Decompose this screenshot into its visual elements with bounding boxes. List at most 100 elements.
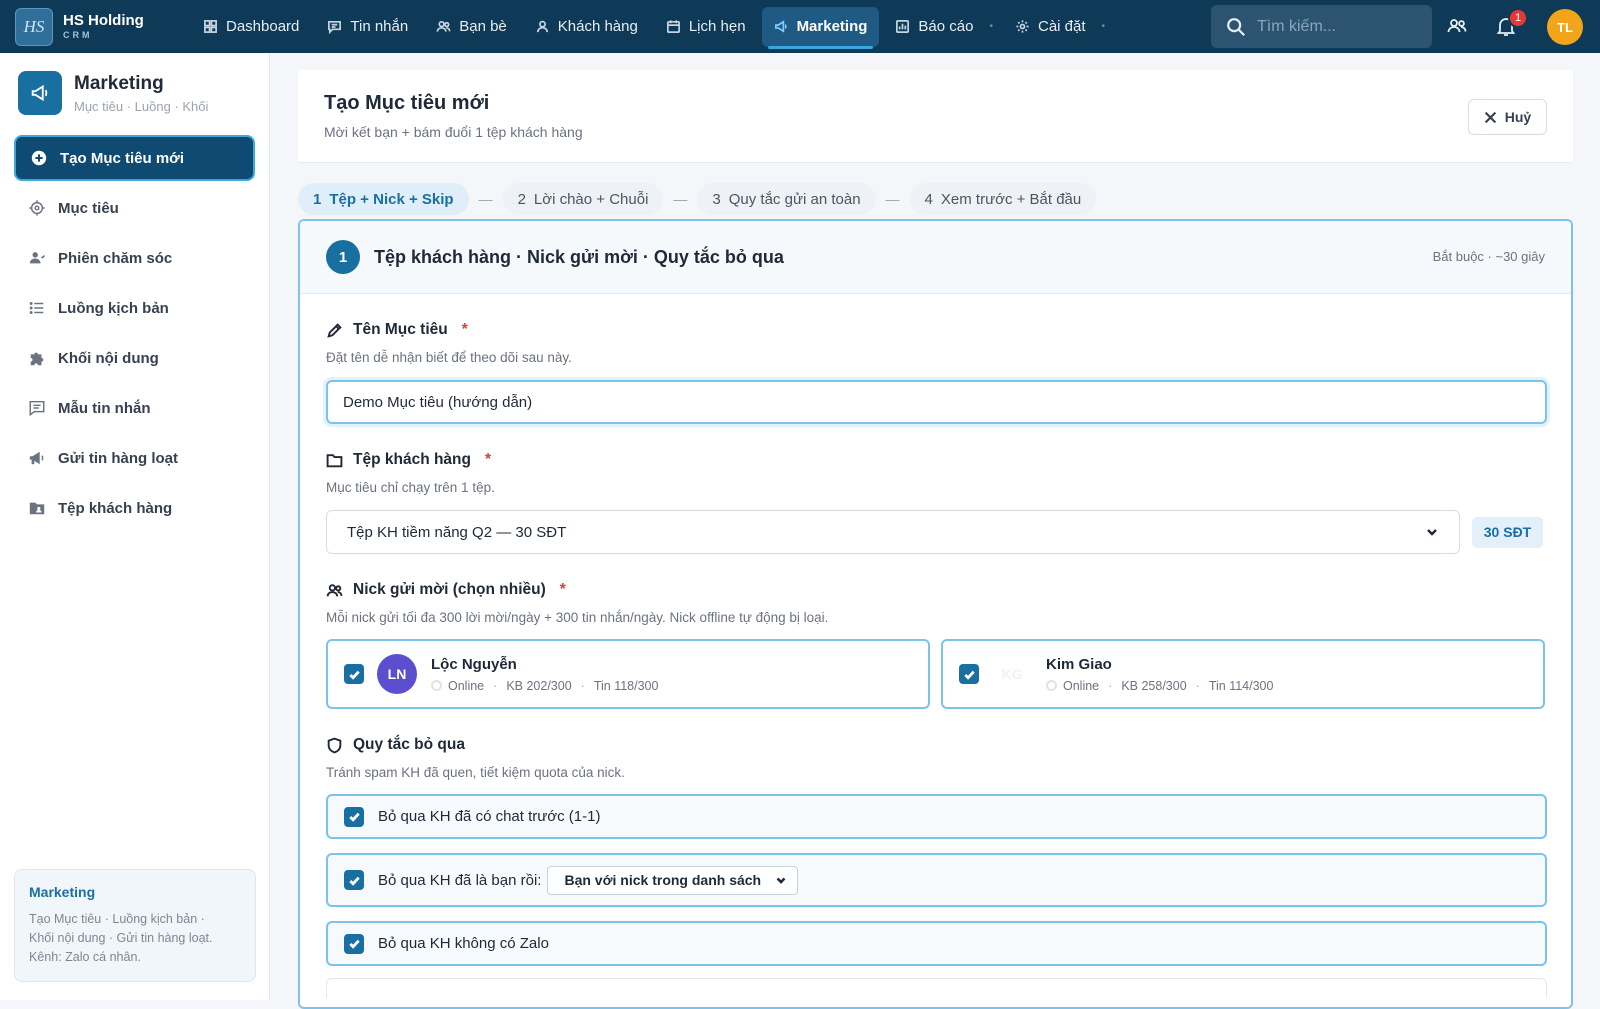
cancel-button[interactable]: Huỷ <box>1468 99 1547 135</box>
nick-friend-quota: KB 202/300 <box>506 678 572 693</box>
puzzle-icon <box>30 352 44 366</box>
sidebar-item-message-templates[interactable]: Mẫu tin nhắn <box>14 385 255 431</box>
nav-label: Dashboard <box>226 18 300 35</box>
users-icon <box>326 583 343 596</box>
sidebar-item-label: Tệp khách hàng <box>58 499 173 517</box>
skip-rule-no-zalo[interactable]: Bỏ qua KH không có Zalo <box>326 921 1547 966</box>
required-mark: * <box>559 581 566 598</box>
nick-hint: Mỗi nick gửi tối đa 300 lời mời/ngày + 3… <box>326 610 829 625</box>
rule-label: Bỏ qua KH đã là bạn rồi: <box>378 871 542 889</box>
rule-checkbox[interactable] <box>344 870 364 890</box>
step-separator: — <box>885 191 900 207</box>
user-icon <box>536 20 548 33</box>
nick-card[interactable]: LN Lộc Nguyễn Online · KB 202/300 · Tin … <box>326 639 930 709</box>
step-number: 3 <box>712 190 721 208</box>
nav-label: Tin nhắn <box>350 18 409 35</box>
brand-sub: CRM <box>63 30 93 40</box>
rule-checkbox[interactable] <box>344 806 364 827</box>
sidebar-item-goals[interactable]: Mục tiêu <box>14 185 255 231</box>
sidebar-menu: Tạo Mục tiêu mới Mục tiêu Phiên chăm sóc… <box>0 135 269 531</box>
meta-separator: · <box>580 678 585 693</box>
notifications-button[interactable]: 1 <box>1494 8 1528 38</box>
sidebar-item-bulk-send[interactable]: Gửi tin hàng loạt <box>14 435 255 481</box>
status-dot <box>431 680 442 691</box>
sidebar-info-card: Marketing Tạo Mục tiêu · Luồng kịch bản … <box>14 869 256 982</box>
sidebar-item-label: Mục tiêu <box>58 199 119 217</box>
nav-reports[interactable]: Báo cáo <box>883 7 985 47</box>
sidebar-item-label: Phiên chăm sóc <box>58 249 173 267</box>
brand[interactable]: HS HS Holding CRM <box>15 7 175 46</box>
step-2[interactable]: 2 Lời chào + Chuỗi <box>502 183 664 215</box>
nav-dashboard[interactable]: Dashboard <box>191 7 311 47</box>
meta-separator: · <box>493 678 498 693</box>
step-number: 1 <box>313 190 322 208</box>
form-header: 1 Tệp khách hàng · Nick gửi mời · Quy tắ… <box>300 221 1571 294</box>
customer-list-select[interactable]: Tệp KH tiềm năng Q2 — 30 SĐT <box>326 510 1460 554</box>
nav-customers[interactable]: Khách hàng <box>523 7 650 47</box>
status-dot <box>1046 680 1057 691</box>
nav-marketing[interactable]: Marketing <box>761 6 880 49</box>
folder-icon <box>326 453 343 467</box>
skip-rule-already-friends[interactable]: Bỏ qua KH đã là bạn rồi: Bạn với nick tr… <box>326 853 1547 907</box>
rule-checkbox[interactable] <box>344 933 364 954</box>
sidebar-item-content-blocks[interactable]: Khối nội dung <box>14 335 255 381</box>
friend-scope-select[interactable]: Bạn với nick trong danh sách <box>547 865 799 895</box>
avatar: KG <box>992 654 1032 694</box>
nick-checkbox[interactable] <box>959 664 979 684</box>
nav-friends[interactable]: Bạn bè <box>424 7 519 47</box>
skip-rule-chatted[interactable]: Bỏ qua KH đã có chat trước (1-1) <box>326 794 1547 839</box>
list-icon <box>29 302 44 314</box>
label-text: Nick gửi mời (chọn nhiều) <box>353 581 546 598</box>
step-4[interactable]: 4 Xem trước + Bắt đầu <box>909 183 1097 215</box>
megaphone-icon <box>774 20 787 33</box>
goal-name-input[interactable]: Demo Mục tiêu (hướng dẫn) <box>326 380 1547 424</box>
contacts-button[interactable] <box>1445 14 1469 38</box>
calendar-icon <box>666 20 680 33</box>
target-icon <box>29 200 45 216</box>
message-template-icon <box>29 400 45 417</box>
step-3[interactable]: 3 Quy tắc gửi an toàn <box>697 183 876 215</box>
check-icon <box>348 670 360 680</box>
sidebar-item-create-goal[interactable]: Tạo Mục tiêu mới <box>14 135 255 181</box>
label-text: Quy tắc bỏ qua <box>353 736 465 753</box>
form-title: Tệp khách hàng · Nick gửi mời · Quy tắc … <box>374 246 784 267</box>
step-form-card: 1 Tệp khách hàng · Nick gửi mời · Quy tắ… <box>298 219 1573 1009</box>
sidebar-item-care-sessions[interactable]: Phiên chăm sóc <box>14 235 255 281</box>
rule-label: Bỏ qua KH không có Zalo <box>378 935 549 952</box>
nav-label: Marketing <box>796 18 868 35</box>
selected-value: Tệp KH tiềm năng Q2 — 30 SĐT <box>347 523 567 541</box>
skip-rule-next[interactable] <box>326 978 1547 998</box>
selected-value: Bạn với nick trong danh sách <box>564 872 762 888</box>
nav-messages[interactable]: Tin nhắn <box>315 7 420 47</box>
nick-name: Lộc Nguyễn <box>431 655 517 673</box>
nick-card[interactable]: KG Kim Giao Online · KB 258/300 · Tin 11… <box>941 639 1545 709</box>
step-1[interactable]: 1 Tệp + Nick + Skip <box>298 183 469 215</box>
user-avatar[interactable]: TL <box>1547 9 1583 45</box>
nick-message-quota: Tin 114/300 <box>1208 678 1274 693</box>
plus-circle-icon <box>31 150 47 166</box>
notification-badge: 1 <box>1508 8 1528 28</box>
sidebar-header-icon <box>18 71 62 115</box>
sidebar-subtitle: Mục tiêu · Luồng · Khối <box>74 98 209 114</box>
search-input[interactable] <box>1257 17 1427 36</box>
nick-checkbox[interactable] <box>344 664 364 684</box>
info-line: Khối nội dung · Gửi tin hàng loạt. <box>29 931 213 945</box>
info-title: Marketing <box>29 884 96 900</box>
nick-label: Nick gửi mời (chọn nhiều) * <box>326 581 1545 599</box>
main-nav: Dashboard Tin nhắn Bạn bè Khách hàng Lịc… <box>191 0 1115 53</box>
rule-label: Bỏ qua KH đã có chat trước (1-1) <box>378 808 601 825</box>
nav-settings[interactable]: Cài đặt <box>1003 7 1098 47</box>
main-content: Tạo Mục tiêu mới Mời kết bạn + bám đuổi … <box>298 70 1573 1009</box>
step-label: Xem trước + Bắt đầu <box>940 190 1082 208</box>
nick-friend-quota: KB 258/300 <box>1121 678 1187 693</box>
page-title: Tạo Mục tiêu mới <box>324 92 490 114</box>
nav-appointments[interactable]: Lịch hẹn <box>654 7 758 47</box>
step-separator: — <box>673 191 688 207</box>
sidebar-item-flows[interactable]: Luồng kịch bản <box>14 285 255 331</box>
brand-name: HS Holding <box>63 12 144 29</box>
sidebar-item-customer-lists[interactable]: Tệp khách hàng <box>14 485 255 531</box>
goal-name-label: Tên Mục tiêu * <box>326 321 1545 339</box>
info-line: Tạo Mục tiêu · Luồng kịch bản · <box>29 912 205 926</box>
form-meta: Bắt buộc · ~30 giây <box>1432 249 1545 264</box>
check-icon <box>963 670 975 680</box>
